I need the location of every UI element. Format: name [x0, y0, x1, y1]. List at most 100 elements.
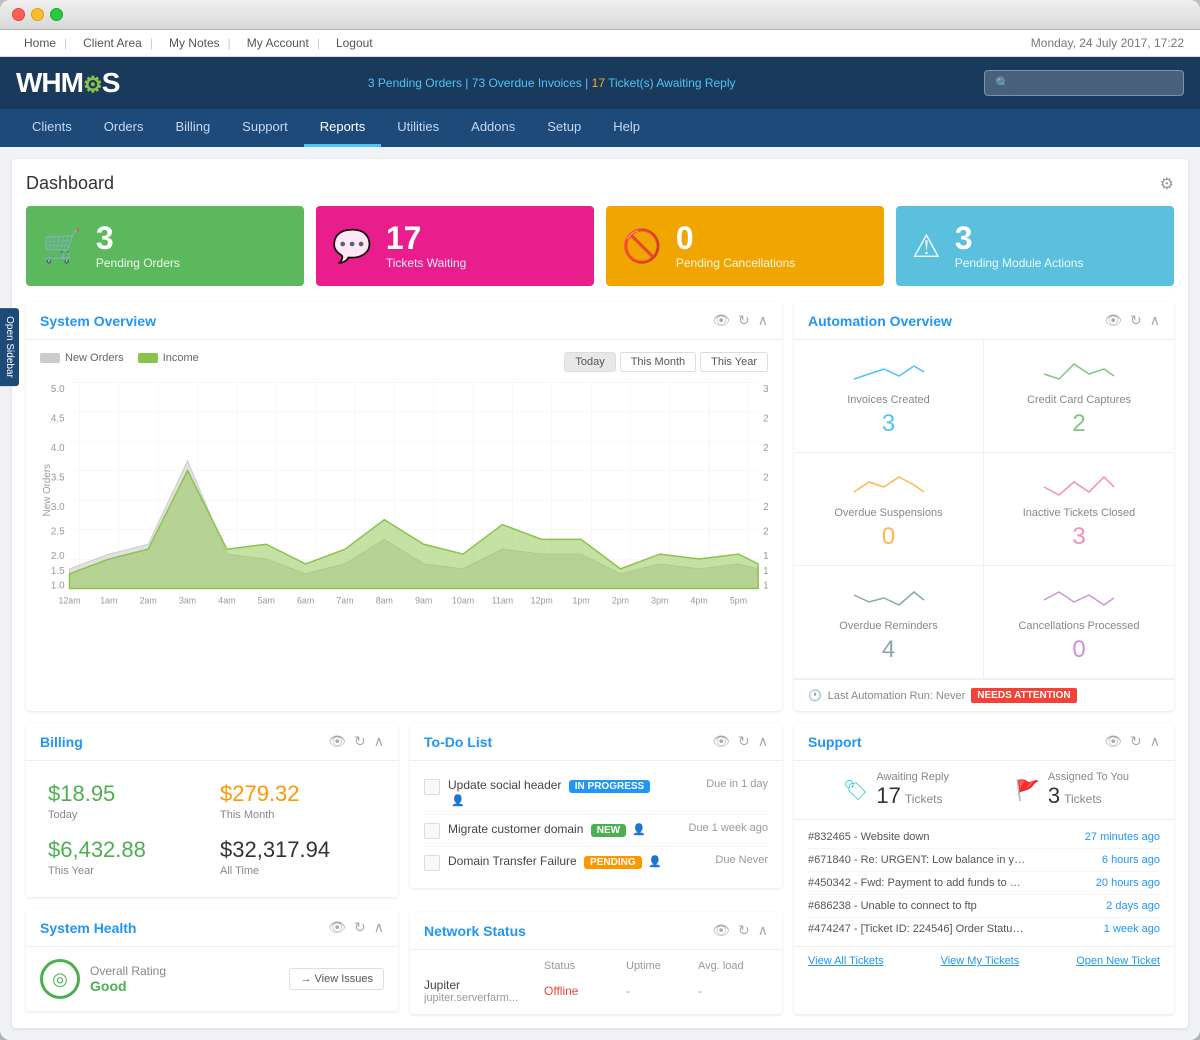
ticket-subject-3: #450342 - Fwd: Payment to add funds to R…	[808, 877, 1028, 889]
collapse-icon-auto[interactable]: ∧	[1150, 312, 1160, 329]
stat-card-pending-cancellations[interactable]: 🚫 0 Pending Cancellations	[606, 206, 884, 286]
open-new-ticket-link[interactable]: Open New Ticket	[1076, 955, 1160, 967]
collapse-icon[interactable]: ∧	[758, 312, 768, 329]
network-load-value: -	[698, 984, 768, 998]
collapse-icon-network[interactable]: ∧	[758, 922, 768, 939]
support-footer: View All Tickets View My Tickets Open Ne…	[794, 946, 1174, 975]
chart-btn-this-year[interactable]: This Year	[700, 352, 768, 372]
pending-orders-alert[interactable]: 3	[368, 76, 375, 90]
view-all-tickets-link[interactable]: View All Tickets	[808, 955, 884, 967]
automation-overview-box: Automation Overview 👁 ↻ ∧	[794, 302, 1174, 711]
stat-card-tickets-waiting[interactable]: 💬 17 Tickets Waiting	[316, 206, 594, 286]
search-input[interactable]	[984, 70, 1184, 96]
nav-help[interactable]: Help	[597, 109, 656, 147]
eye-icon-health[interactable]: 👁	[328, 919, 346, 936]
chart-legend: New Orders Income	[40, 352, 199, 364]
close-button[interactable]	[12, 8, 25, 21]
auto-value-reminders: 4	[810, 636, 967, 664]
todo-text-1: Update social header IN PROGRESS 👤	[448, 778, 670, 807]
auto-label-credit-card: Credit Card Captures	[1000, 394, 1158, 406]
nav-utilities[interactable]: Utilities	[381, 109, 455, 147]
chart-btn-today[interactable]: Today	[564, 352, 615, 372]
refresh-icon-support[interactable]: ↻	[1130, 733, 1142, 750]
refresh-icon[interactable]: ↻	[738, 312, 750, 329]
svg-text:4.0: 4.0	[51, 443, 65, 454]
nav-setup[interactable]: Setup	[531, 109, 597, 147]
nav-client-area[interactable]: Client Area	[75, 36, 161, 50]
tickets-awaiting-label: Ticket(s) Awaiting Reply	[608, 76, 735, 90]
view-my-tickets-link[interactable]: View My Tickets	[941, 955, 1020, 967]
svg-text:5.0: 5.0	[51, 384, 65, 395]
eye-icon-billing[interactable]: 👁	[328, 733, 346, 750]
nav-addons[interactable]: Addons	[455, 109, 531, 147]
ticket-row-3[interactable]: #450342 - Fwd: Payment to add funds to R…	[808, 872, 1160, 895]
module-actions-number: 3	[955, 222, 1084, 254]
ticket-row-1[interactable]: #832465 - Website down 27 minutes ago	[808, 826, 1160, 849]
todo-checkbox-3[interactable]	[424, 855, 440, 871]
collapse-icon-health[interactable]: ∧	[374, 919, 384, 936]
nav-home[interactable]: Home	[16, 36, 75, 50]
network-server-name: Jupiter jupiter.serverfarm...	[424, 978, 532, 1004]
todo-list: Update social header IN PROGRESS 👤 Due i…	[410, 761, 782, 888]
overall-rating-label: Overall Rating	[90, 964, 279, 978]
billing-header: Billing 👁 ↻ ∧	[26, 723, 398, 761]
tickets-awaiting-alert[interactable]: 17	[592, 76, 605, 90]
network-col-status: Status	[544, 960, 614, 972]
open-sidebar-tab[interactable]: Open Sidebar	[0, 308, 19, 386]
eye-icon-network[interactable]: 👁	[712, 922, 730, 939]
nav-billing[interactable]: Billing	[159, 109, 226, 147]
billing-year-label: This Year	[48, 865, 204, 877]
eye-icon-auto[interactable]: 👁	[1104, 312, 1122, 329]
top-bar: Home Client Area My Notes My Account Log…	[0, 30, 1200, 57]
support-box: Support 👁 ↻ ∧ 🏷 Awaiting Repl	[794, 723, 1174, 1014]
ticket-row-5[interactable]: #474247 - [Ticket ID: 224546] Order Stat…	[808, 918, 1160, 940]
ticket-row-4[interactable]: #686238 - Unable to connect to ftp 2 day…	[808, 895, 1160, 918]
todo-checkbox-1[interactable]	[424, 779, 440, 795]
chart-btn-this-month[interactable]: This Month	[620, 352, 696, 372]
minimize-button[interactable]	[31, 8, 44, 21]
overdue-invoices-label: Overdue Invoices |	[488, 76, 591, 90]
eye-icon-todo[interactable]: 👁	[712, 733, 730, 750]
auto-value-cancellations: 0	[1000, 636, 1158, 664]
nav-clients[interactable]: Clients	[16, 109, 88, 147]
system-health-content: ◎ Overall Rating Good → View Issues	[26, 947, 398, 1011]
refresh-icon-auto[interactable]: ↻	[1130, 312, 1142, 329]
nav-logout[interactable]: Logout	[328, 36, 381, 50]
stat-card-pending-orders[interactable]: 🛒 3 Pending Orders	[26, 206, 304, 286]
svg-text:1am: 1am	[100, 595, 117, 605]
refresh-icon-network[interactable]: ↻	[738, 922, 750, 939]
legend-income: Income	[138, 352, 199, 364]
chart-wrapper: 5.0 4.5 4.0 3.5 3.0 2.5 2.0 1.5 1.0 New	[40, 380, 768, 623]
billing-year-amount: $6,432.88	[48, 837, 204, 863]
eye-icon[interactable]: 👁	[712, 312, 730, 329]
svg-text:1pm: 1pm	[572, 595, 589, 605]
refresh-icon-health[interactable]: ↻	[354, 919, 366, 936]
ticket-row-2[interactable]: #671840 - Re: URGENT: Low balance in you…	[808, 849, 1160, 872]
nav-support[interactable]: Support	[226, 109, 304, 147]
nav-orders[interactable]: Orders	[88, 109, 160, 147]
module-actions-label-card: Pending Module Actions	[955, 256, 1084, 270]
health-info: Overall Rating Good	[90, 964, 279, 994]
overdue-invoices-alert[interactable]: 73	[472, 76, 485, 90]
eye-icon-support[interactable]: 👁	[1104, 733, 1122, 750]
sparkline-credit-card	[1039, 354, 1119, 389]
stat-card-module-actions[interactable]: ⚠ 3 Pending Module Actions	[896, 206, 1174, 286]
svg-text:5am: 5am	[258, 595, 275, 605]
nav-my-account[interactable]: My Account	[239, 36, 328, 50]
view-issues-button[interactable]: → View Issues	[289, 968, 384, 990]
awaiting-count: 17	[876, 783, 900, 809]
maximize-button[interactable]	[50, 8, 63, 21]
collapse-icon-todo[interactable]: ∧	[758, 733, 768, 750]
refresh-icon-billing[interactable]: ↻	[354, 733, 366, 750]
nav-my-notes[interactable]: My Notes	[161, 36, 239, 50]
todo-checkbox-2[interactable]	[424, 823, 440, 839]
billing-box: Billing 👁 ↻ ∧ $18.95 Today	[26, 723, 398, 897]
svg-text:18: 18	[763, 551, 768, 562]
refresh-icon-todo[interactable]: ↻	[738, 733, 750, 750]
nav-reports[interactable]: Reports	[304, 109, 382, 147]
svg-text:22: 22	[763, 502, 768, 513]
collapse-icon-support[interactable]: ∧	[1150, 733, 1160, 750]
dashboard-settings-icon[interactable]: ⚙	[1160, 174, 1174, 194]
collapse-icon-billing[interactable]: ∧	[374, 733, 384, 750]
sparkline-suspensions	[849, 467, 929, 502]
